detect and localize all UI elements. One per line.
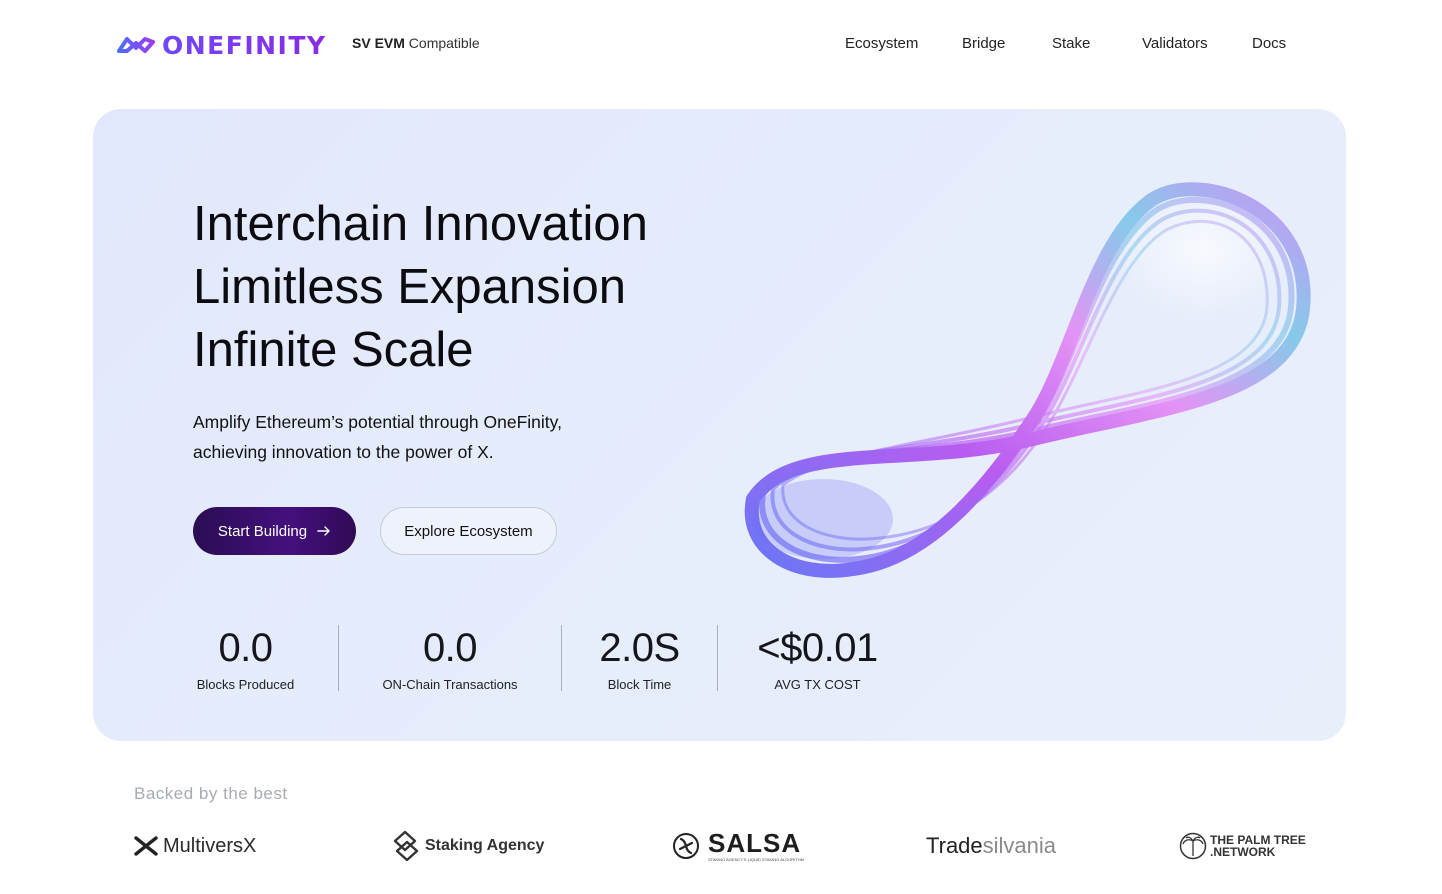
- stats-row: 0.0 Blocks Produced 0.0 ON-Chain Transac…: [188, 625, 917, 692]
- tag-rest: Compatible: [408, 35, 480, 51]
- stat-label: Blocks Produced: [196, 677, 295, 692]
- partner-palm-tree-network[interactable]: THE PALM TREE .NETWORK: [1179, 826, 1306, 866]
- partner-name: Staking Agency: [425, 837, 545, 854]
- logo[interactable]: ONEFINITY: [116, 30, 327, 60]
- hero-card: Interchain Innovation Limitless Expansio…: [93, 109, 1346, 741]
- partner-subtitle: STAKING AGENCY'S LIQUID STAKING ALGORITH…: [708, 857, 804, 862]
- partner-name: MultiversX: [163, 834, 257, 857]
- nav-ecosystem[interactable]: Ecosystem: [845, 35, 918, 52]
- start-building-label: Start Building: [217, 522, 308, 540]
- staking-agency-icon: [393, 830, 419, 862]
- nav-bridge[interactable]: Bridge: [962, 35, 1005, 52]
- headline-line-1: Interchain Innovation: [193, 197, 648, 251]
- nav-validators[interactable]: Validators: [1142, 35, 1208, 52]
- logo-wordmark: ONEFINITY: [162, 30, 327, 60]
- stat-value: <$0.01: [757, 626, 878, 670]
- site-header: ONEFINITY SV EVM Compatible Ecosystem Br…: [0, 0, 1442, 90]
- stat-block-time: 2.0S Block Time: [561, 625, 717, 692]
- evm-compatible-tag: SV EVM Compatible: [352, 35, 480, 51]
- stat-avg-tx-cost: <$0.01 AVG TX COST: [717, 625, 917, 692]
- nav-stake[interactable]: Stake: [1052, 35, 1090, 52]
- infinity-ribbon-illustration: [744, 179, 1311, 578]
- stat-label: Block Time: [607, 677, 672, 692]
- partner-staking-agency[interactable]: Staking Agency: [391, 826, 544, 866]
- hero-subtext: Amplify Ethereum’s potential through One…: [193, 407, 653, 467]
- start-building-button[interactable]: Start Building: [193, 507, 356, 555]
- partner-name: SALSA: [708, 828, 802, 858]
- subtext-line-2: achieving innovation to the power of X.: [193, 442, 494, 462]
- stat-value: 0.0: [218, 626, 273, 670]
- subtext-line-1: Amplify Ethereum’s potential through One…: [193, 412, 562, 432]
- partner-name-b: silvania: [982, 833, 1057, 858]
- partner-name-a: Trade: [926, 833, 983, 858]
- backed-by-title: Backed by the best: [134, 784, 288, 803]
- salsa-icon: [673, 833, 699, 859]
- stat-onchain-transactions: 0.0 ON-Chain Transactions: [338, 625, 561, 692]
- stat-blocks-produced: 0.0 Blocks Produced: [188, 625, 338, 692]
- stat-value: 0.0: [422, 626, 478, 670]
- partner-tradesilvania[interactable]: Trade silvania: [926, 826, 1056, 866]
- explore-ecosystem-button[interactable]: Explore Ecosystem: [380, 507, 557, 555]
- multiversx-x-icon: [134, 836, 158, 856]
- stat-value: 2.0S: [599, 626, 680, 670]
- partner-multiversx[interactable]: MultiversX: [134, 826, 256, 866]
- stat-label: AVG TX COST: [774, 677, 861, 692]
- hero-headline: Interchain Innovation Limitless Expansio…: [193, 193, 648, 382]
- headline-line-2: Limitless Expansion: [193, 260, 627, 314]
- partner-name-line-2: .NETWORK: [1210, 845, 1276, 859]
- stat-label: ON-Chain Transactions: [382, 677, 518, 692]
- onefinity-logo-icon: [117, 37, 155, 53]
- palm-tree-icon: [1179, 832, 1207, 860]
- nav-docs[interactable]: Docs: [1252, 35, 1286, 52]
- tag-bold: SV EVM: [352, 35, 405, 51]
- partner-salsa[interactable]: SALSA STAKING AGENCY'S LIQUID STAKING AL…: [672, 826, 804, 866]
- arrow-right-icon: [317, 526, 330, 536]
- headline-line-3: Infinite Scale: [193, 323, 474, 377]
